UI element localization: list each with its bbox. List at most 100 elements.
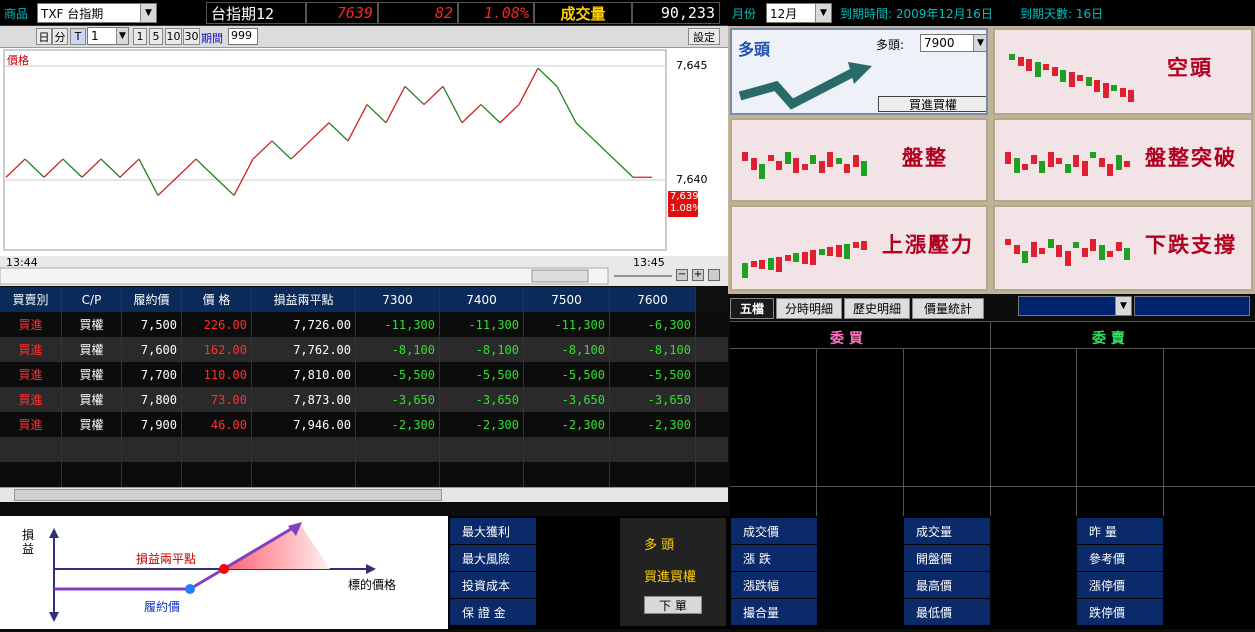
quote-select[interactable]: ▼	[1018, 296, 1132, 316]
col-header[interactable]: 7500	[524, 287, 610, 312]
chart-y-label: 價格	[7, 54, 29, 67]
table-scrollbar[interactable]	[0, 487, 728, 502]
support-strategy-panel[interactable]: 下跌支撐	[993, 205, 1253, 291]
col-header[interactable]: 損益兩平點	[252, 287, 356, 312]
candle-mark	[1056, 158, 1062, 164]
breakeven-label: 損益兩平點	[136, 552, 197, 566]
period-input[interactable]: 999	[228, 28, 258, 45]
day-button[interactable]: 日	[36, 28, 52, 45]
settings-button[interactable]: 設定	[688, 28, 720, 45]
table-row[interactable]: 買進 買權 7,500 226.00 7,726.00 -11,300 -11,300 -11…	[0, 312, 728, 337]
table-cell: 買進	[0, 312, 62, 337]
table-scroll-thumb[interactable]	[14, 489, 442, 501]
col-header[interactable]: 履約價	[122, 287, 182, 312]
col-header[interactable]: 買賣別	[0, 287, 62, 312]
table-row[interactable]: 買進 買權 7,700 110.00 7,810.00 -5,500 -5,500 -5,50…	[0, 362, 728, 387]
month-select[interactable]: 12月 ▼	[766, 3, 832, 23]
quote-label-open: 開盤價	[904, 545, 990, 571]
price-change: 82	[378, 2, 458, 24]
five-level-panel: 委 買 委 賣	[730, 321, 1255, 517]
table-row[interactable]: 買進 買權 7,600 162.00 7,762.00 -8,100 -8,100 -8,10…	[0, 337, 728, 362]
strike-label: 履約價	[144, 600, 181, 614]
buy-call-button[interactable]: 買進買權	[878, 96, 986, 112]
zoom-in-button[interactable]: +	[692, 269, 704, 281]
tab-history-detail[interactable]: 歷史明細	[844, 298, 910, 319]
breakout-strategy-panel[interactable]: 盤整突破	[993, 118, 1253, 202]
table-row[interactable]: 買進 買權 7,800 73.00 7,873.00 -3,650 -3,650 -3,650…	[0, 387, 728, 412]
bear-strategy-panel[interactable]: 空頭	[993, 28, 1253, 115]
quote-input[interactable]	[1134, 296, 1250, 316]
fit-icon[interactable]	[708, 269, 720, 281]
chart-toolbar: 日 分 T 1 ▼ 1 5 10 30 期間 999 設定	[0, 26, 728, 48]
candle-mark	[1056, 245, 1062, 257]
candle-mark	[1039, 161, 1045, 173]
col-header[interactable]: 7400	[440, 287, 524, 312]
tick-button[interactable]: T	[70, 28, 86, 45]
interval-30-button[interactable]: 30	[183, 28, 200, 45]
period-label: 期間	[201, 32, 223, 45]
candle-mark	[1115, 242, 1122, 251]
table-cell	[0, 437, 62, 462]
chevron-down-icon[interactable]: ▼	[116, 28, 128, 44]
quote-label-limit-up: 漲停價	[1077, 572, 1163, 598]
chevron-down-icon[interactable]: ▼	[1115, 297, 1131, 315]
candle-mark	[1073, 155, 1079, 167]
col-header[interactable]: C/P	[62, 287, 122, 312]
candle-mark	[1064, 164, 1071, 173]
chevron-down-icon[interactable]: ▼	[815, 4, 831, 22]
col-header[interactable]: 價 格	[182, 287, 252, 312]
candle-mark	[801, 164, 808, 170]
bull-strategy-panel[interactable]: 多頭 多頭: 7900 ▼ 買進買權	[730, 28, 988, 115]
candle-mark	[1111, 85, 1117, 92]
quote-label-match: 撮合量	[731, 599, 817, 625]
candle-mark	[793, 253, 799, 263]
volume-label: 成交量	[534, 2, 632, 24]
order-button[interactable]: 下 單	[644, 596, 702, 614]
month-value: 12月	[770, 6, 798, 21]
consolidation-strategy-panel[interactable]: 盤整	[730, 118, 988, 202]
quote-label-last: 成交價	[731, 518, 817, 544]
table-cell	[524, 462, 610, 487]
mid-title: 多 頭	[644, 538, 675, 553]
table-cell	[182, 462, 252, 487]
table-cell: 買進	[0, 412, 62, 437]
interval-5-button[interactable]: 5	[149, 28, 163, 45]
chevron-down-icon[interactable]: ▼	[140, 4, 156, 22]
candle-mark	[776, 161, 782, 170]
table-row[interactable]: 買進 買權 7,900 46.00 7,946.00 -2,300 -2,300 -2,300…	[0, 412, 728, 437]
consolidation-candles-icon	[742, 132, 872, 192]
tab-time-detail[interactable]: 分時明細	[776, 298, 842, 319]
bull-strike-value: 7900	[924, 36, 955, 50]
candle-mark	[1102, 82, 1109, 98]
tab-volume-stats[interactable]: 價量統計	[912, 298, 984, 319]
col-header[interactable]: 7600	[610, 287, 696, 312]
candle-mark	[767, 258, 774, 271]
max-risk-label: 最大風險	[450, 545, 536, 571]
candle-mark	[1005, 239, 1011, 245]
col-header[interactable]: 7300	[356, 287, 440, 312]
candle-mark	[1013, 245, 1020, 254]
candle-mark	[1094, 80, 1100, 92]
table-cell: -3,650	[356, 387, 440, 412]
table-cell: -11,300	[524, 312, 610, 337]
interval-1-button[interactable]: 1	[133, 28, 147, 45]
table-row[interactable]	[0, 437, 728, 462]
candle-mark	[1107, 164, 1113, 176]
tick-mid: 7,640	[676, 173, 708, 186]
resistance-strategy-panel[interactable]: 上漲壓力	[730, 205, 988, 291]
interval-10-button[interactable]: 10	[165, 28, 182, 45]
payoff-y-label: 損益	[22, 528, 35, 556]
table-cell: -11,300	[356, 312, 440, 337]
candle-mark	[844, 164, 850, 173]
zoom-out-button[interactable]: −	[676, 269, 688, 281]
chevron-down-icon[interactable]: ▼	[973, 35, 986, 51]
tab-five-levels[interactable]: 五檔	[730, 298, 774, 319]
interval-select[interactable]: 1 ▼	[87, 27, 129, 45]
product-select[interactable]: TXF 台指期 ▼	[37, 3, 157, 23]
minute-button[interactable]: 分	[52, 28, 68, 45]
candle-mark	[1081, 161, 1088, 176]
table-row[interactable]	[0, 462, 728, 487]
table-cell	[122, 462, 182, 487]
bull-strike-select[interactable]: 7900 ▼	[920, 34, 986, 52]
last-price-marker-value: 7,639	[670, 191, 699, 202]
